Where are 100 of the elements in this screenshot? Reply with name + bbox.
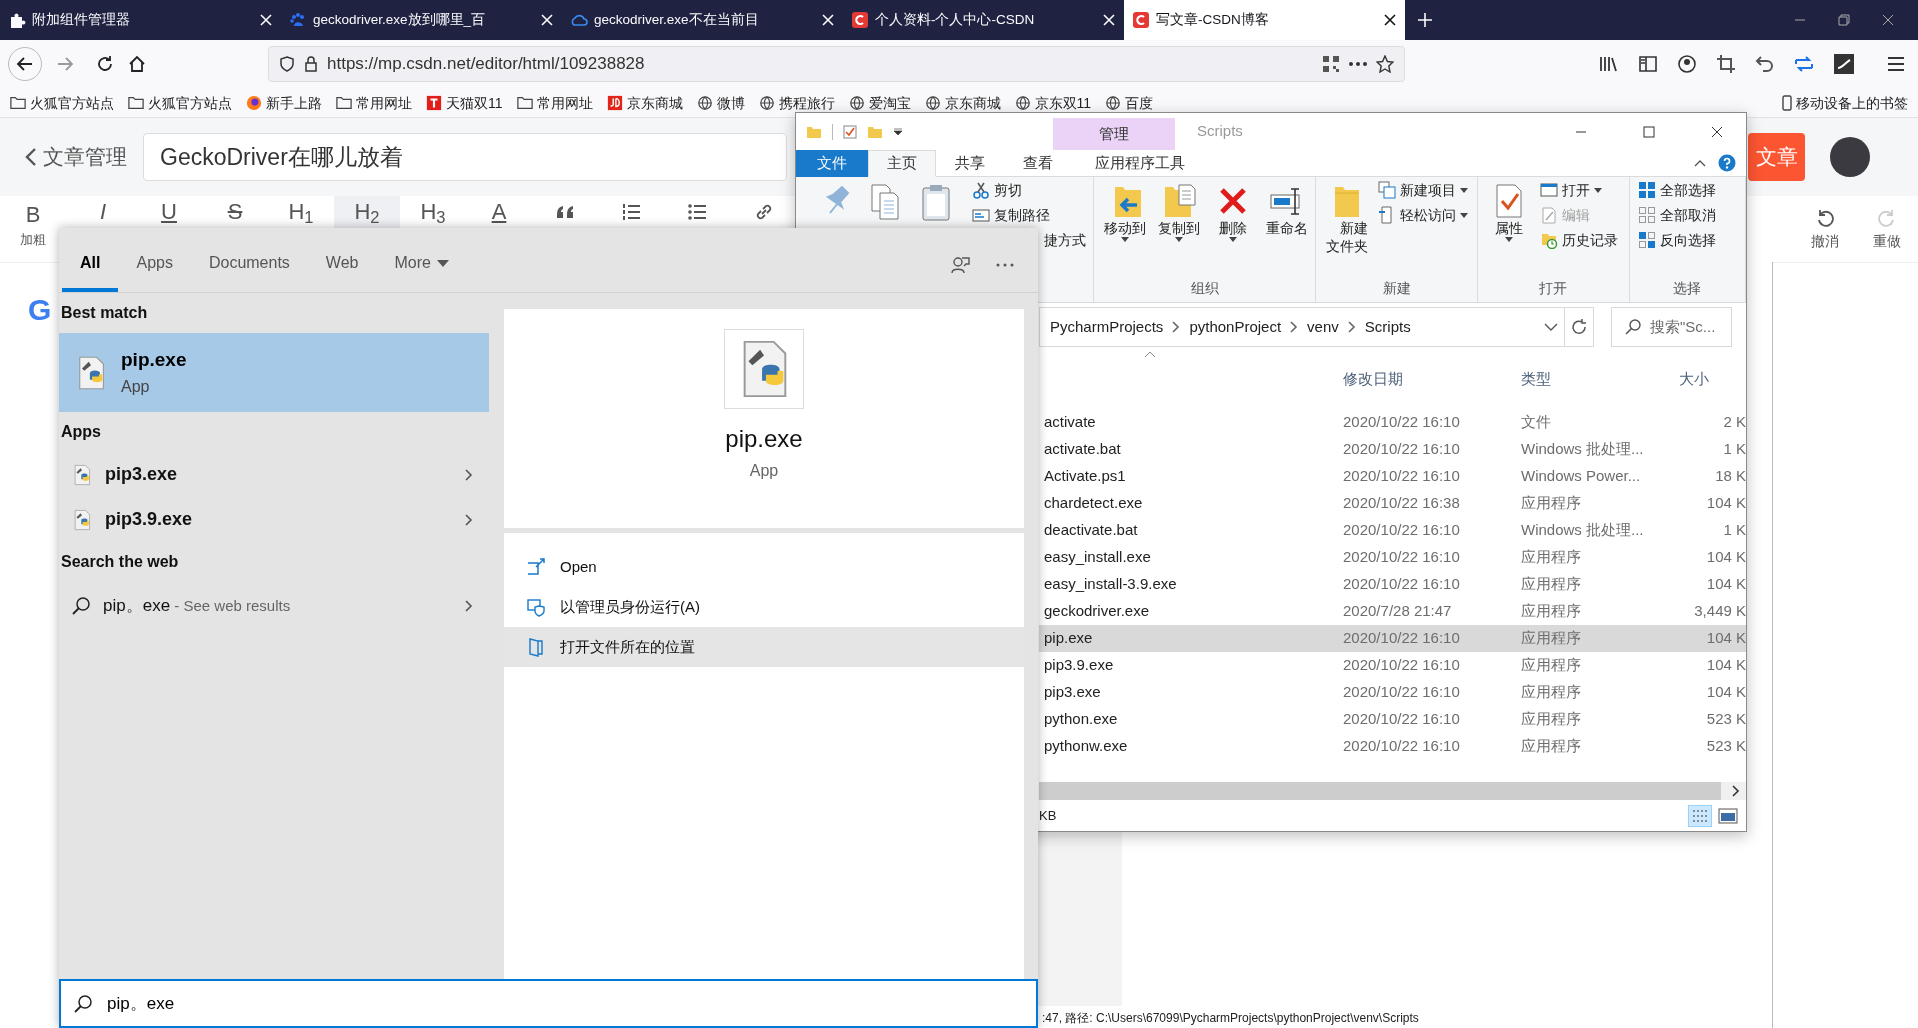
menu-icon[interactable] (1886, 55, 1906, 73)
selected-row-highlight[interactable]: pip.exe 2020/10/22 16:10 应用程序 104 K (1039, 625, 1746, 652)
format-button[interactable]: H$_{3}$ (400, 196, 466, 228)
ribbon-tab[interactable]: 主页 (868, 150, 936, 177)
scroll-right-icon[interactable] (1732, 785, 1740, 797)
scrollbar-thumb[interactable] (1039, 782, 1721, 800)
ribbon-button[interactable]: 剪切 (970, 179, 1024, 201)
ribbon-button[interactable]: 删除 (1208, 183, 1258, 243)
bookmark-link[interactable]: 火狐官方站点 (148, 95, 232, 110)
sort-icon[interactable] (1144, 351, 1156, 358)
more-icon[interactable] (1348, 61, 1368, 67)
bookmark-link[interactable]: 常用网址 (536, 95, 593, 110)
ribbon-button[interactable]: 轻松访问 (1376, 204, 1470, 226)
ribbon-button[interactable]: 新建文件夹 (1322, 183, 1372, 256)
ribbon-button[interactable]: 重命名 (1262, 183, 1312, 238)
browser-tab[interactable]: 附加组件管理器 (0, 0, 281, 40)
bookmark-link[interactable]: 移动设备上的书签 (1796, 95, 1908, 110)
sync-icon[interactable] (1794, 54, 1814, 74)
chevron-left-icon[interactable] (25, 147, 37, 167)
restore-icon[interactable] (1838, 14, 1850, 26)
format-button[interactable]: I (70, 196, 136, 228)
dropdown-icon[interactable] (1544, 323, 1558, 331)
collapse-ribbon-icon[interactable] (1694, 159, 1706, 167)
result-item[interactable]: pip3.exe (59, 452, 489, 497)
bookmark-link[interactable]: 京东商城 (944, 95, 1001, 110)
search-field[interactable]: pip。exe (59, 979, 1038, 1028)
chevron-right-icon[interactable] (465, 600, 473, 612)
sidebar-icon[interactable] (1638, 55, 1658, 73)
bookmark-link[interactable]: 天猫双11 (446, 95, 503, 110)
bookmark-link[interactable]: 常用网址 (356, 95, 412, 110)
shield-icon[interactable] (279, 56, 295, 72)
breadcrumb-link[interactable]: venv (1307, 315, 1339, 339)
caret-icon[interactable] (1460, 212, 1468, 218)
filter-tab[interactable]: Web (307, 228, 377, 292)
breadcrumb-link[interactable]: pythonProject (1189, 315, 1282, 339)
new-tab-icon[interactable] (1417, 12, 1433, 28)
ribbon-button[interactable]: 反向选择 (1635, 229, 1718, 251)
ribbon-button[interactable]: 复制到 (1154, 183, 1204, 243)
ribbon-button[interactable]: 捷方式 (1042, 229, 1088, 251)
format-button[interactable]: A (466, 196, 532, 228)
bullet-list-icon[interactable] (687, 201, 707, 223)
ribbon-tab[interactable]: 共享 (936, 150, 1004, 177)
star-icon[interactable] (1376, 55, 1394, 73)
input-field[interactable]: pip。exe (105, 989, 1036, 1018)
browser-tab[interactable]: 个人资料-个人中心-CSDN (843, 0, 1124, 40)
search-field[interactable]: 搜索"Sc... (1611, 307, 1732, 347)
bookmark-link[interactable]: 爱淘宝 (868, 95, 911, 110)
ribbon-button[interactable]: 新建项目 (1376, 179, 1470, 201)
bookmark-link[interactable]: 京东商城 (626, 95, 683, 110)
breadcrumb-link[interactable]: PycharmProjects (1050, 315, 1164, 339)
filter-tab[interactable]: Apps (118, 228, 191, 292)
browser-tab[interactable]: geckodriver.exe放到哪里_百 (281, 0, 562, 40)
filter-tab[interactable]: Documents (190, 228, 308, 292)
lock-icon[interactable] (303, 56, 319, 72)
caret-icon[interactable] (1594, 187, 1603, 193)
maximize-icon[interactable] (1643, 125, 1655, 138)
filter-tab[interactable]: All (62, 228, 119, 292)
column-header[interactable]: 修改日期 (1343, 367, 1521, 391)
format-button[interactable]: U (136, 196, 202, 228)
action-item[interactable]: 以管理员身份运行(A) (504, 587, 1024, 627)
ribbon-tab[interactable]: 查看 (1004, 150, 1072, 177)
home-icon[interactable] (128, 55, 146, 73)
result-item[interactable]: pip3.9.exe (59, 497, 489, 542)
chevron-right-icon[interactable] (465, 513, 473, 526)
action-item[interactable]: Open (504, 547, 1024, 587)
qr-code-icon[interactable] (1322, 55, 1340, 73)
numbered-list-icon[interactable] (621, 201, 641, 223)
redo-button[interactable]: 重做 (1856, 196, 1918, 262)
bookmark-link[interactable]: 新手上路 (266, 95, 322, 110)
filter-tab[interactable]: More (376, 228, 467, 292)
column-header[interactable]: 类型 (1521, 367, 1671, 391)
reload-icon[interactable] (96, 55, 114, 73)
details-view-icon[interactable] (1688, 804, 1712, 827)
context-tab[interactable]: 管理 (1053, 118, 1175, 150)
bookmark-link[interactable]: 京东双11 (1034, 95, 1092, 110)
caret-icon[interactable] (1175, 237, 1183, 243)
bookmark-link[interactable]: 火狐官方站点 (30, 95, 114, 110)
caret-icon[interactable] (1505, 237, 1514, 243)
close-icon[interactable] (1711, 125, 1723, 138)
title-field[interactable]: GeckoDriver在哪儿放着 (143, 133, 787, 181)
back-icon[interactable] (16, 55, 34, 73)
format-button[interactable]: H$_{2}$ (334, 196, 400, 228)
breadcrumb-link[interactable]: Scripts (1364, 315, 1411, 339)
format-button[interactable]: S (202, 196, 268, 228)
action-item[interactable]: 打开文件所在的位置 (504, 627, 1024, 667)
ribbon-tab[interactable]: 应用程序工具 (1072, 150, 1208, 177)
separator-icon[interactable] (1347, 321, 1356, 333)
bookmark-link[interactable]: 百度 (1125, 95, 1154, 110)
forward-icon[interactable] (56, 55, 74, 73)
back-link[interactable]: 文章管理 (43, 141, 127, 173)
undo-arrow-icon[interactable] (1755, 54, 1775, 74)
browser-tab[interactable]: 写文章-CSDN博客 (1124, 0, 1405, 40)
separator-icon[interactable] (1172, 321, 1181, 333)
ribbon-button[interactable]: 全部选择 (1635, 179, 1718, 201)
account-icon[interactable] (1677, 54, 1697, 74)
extension-icon[interactable] (1833, 53, 1855, 75)
ribbon-button[interactable]: 历史记录 (1538, 229, 1621, 251)
caret-icon[interactable] (1460, 187, 1468, 193)
close-icon[interactable] (1882, 14, 1894, 26)
quick-access-caret-icon[interactable] (893, 127, 903, 136)
